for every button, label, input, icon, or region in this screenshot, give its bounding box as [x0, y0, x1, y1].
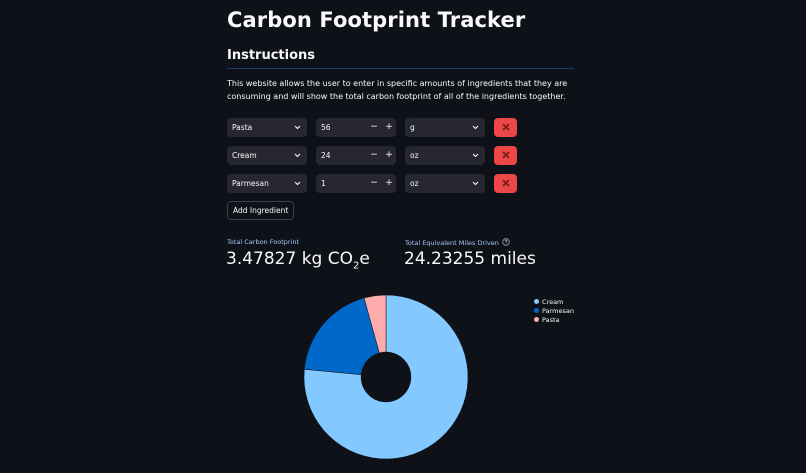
legend-item[interactable]: Cream [534, 298, 574, 307]
chart-legend: Cream Parmesan Pasta [534, 298, 574, 325]
app-page: Carbon Footprint Tracker Instructions Th… [0, 0, 806, 473]
legend-swatch [534, 316, 539, 322]
carbon-pie-chart [303, 294, 469, 460]
legend-label: Cream [542, 298, 564, 306]
legend-label: Pasta [542, 316, 560, 324]
legend-swatch [534, 298, 539, 304]
legend-swatch [534, 307, 539, 313]
legend-item[interactable]: Parmesan [534, 307, 574, 316]
legend-item[interactable]: Pasta [534, 316, 574, 325]
legend-label: Parmesan [542, 307, 574, 315]
